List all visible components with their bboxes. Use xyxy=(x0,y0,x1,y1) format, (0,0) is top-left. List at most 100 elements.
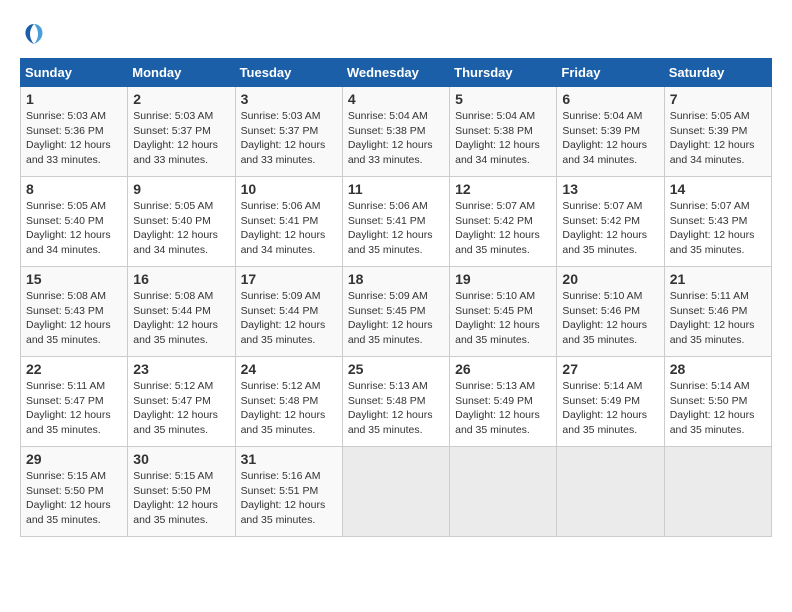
sunset-label: Sunset: 5:49 PM xyxy=(562,395,640,407)
daylight-label: Daylight: 12 hours and 35 minutes. xyxy=(670,229,755,256)
weekday-header-thursday: Thursday xyxy=(450,59,557,87)
calendar-cell xyxy=(342,447,449,537)
calendar-cell: 25 Sunrise: 5:13 AM Sunset: 5:48 PM Dayl… xyxy=(342,357,449,447)
day-info: Sunrise: 5:07 AM Sunset: 5:42 PM Dayligh… xyxy=(455,199,551,258)
sunrise-label: Sunrise: 5:11 AM xyxy=(26,380,105,392)
day-number: 11 xyxy=(348,181,444,197)
weekday-header-tuesday: Tuesday xyxy=(235,59,342,87)
calendar-cell: 17 Sunrise: 5:09 AM Sunset: 5:44 PM Dayl… xyxy=(235,267,342,357)
sunrise-label: Sunrise: 5:12 AM xyxy=(133,380,213,392)
daylight-label: Daylight: 12 hours and 34 minutes. xyxy=(562,139,647,166)
day-info: Sunrise: 5:04 AM Sunset: 5:39 PM Dayligh… xyxy=(562,109,658,168)
sunset-label: Sunset: 5:36 PM xyxy=(26,125,104,137)
day-info: Sunrise: 5:10 AM Sunset: 5:45 PM Dayligh… xyxy=(455,289,551,348)
day-info: Sunrise: 5:09 AM Sunset: 5:45 PM Dayligh… xyxy=(348,289,444,348)
calendar-cell: 22 Sunrise: 5:11 AM Sunset: 5:47 PM Dayl… xyxy=(21,357,128,447)
day-number: 7 xyxy=(670,91,766,107)
sunset-label: Sunset: 5:40 PM xyxy=(133,215,211,227)
day-number: 5 xyxy=(455,91,551,107)
day-info: Sunrise: 5:05 AM Sunset: 5:40 PM Dayligh… xyxy=(133,199,229,258)
sunset-label: Sunset: 5:45 PM xyxy=(455,305,533,317)
day-info: Sunrise: 5:03 AM Sunset: 5:37 PM Dayligh… xyxy=(241,109,337,168)
daylight-label: Daylight: 12 hours and 35 minutes. xyxy=(241,499,326,526)
day-info: Sunrise: 5:14 AM Sunset: 5:50 PM Dayligh… xyxy=(670,379,766,438)
daylight-label: Daylight: 12 hours and 34 minutes. xyxy=(133,229,218,256)
calendar-cell: 21 Sunrise: 5:11 AM Sunset: 5:46 PM Dayl… xyxy=(664,267,771,357)
sunrise-label: Sunrise: 5:07 AM xyxy=(670,200,750,212)
calendar-cell: 28 Sunrise: 5:14 AM Sunset: 5:50 PM Dayl… xyxy=(664,357,771,447)
sunrise-label: Sunrise: 5:11 AM xyxy=(670,290,749,302)
sunset-label: Sunset: 5:47 PM xyxy=(133,395,211,407)
calendar-cell: 2 Sunrise: 5:03 AM Sunset: 5:37 PM Dayli… xyxy=(128,87,235,177)
sunrise-label: Sunrise: 5:04 AM xyxy=(455,110,535,122)
calendar-cell: 11 Sunrise: 5:06 AM Sunset: 5:41 PM Dayl… xyxy=(342,177,449,267)
day-info: Sunrise: 5:05 AM Sunset: 5:39 PM Dayligh… xyxy=(670,109,766,168)
day-info: Sunrise: 5:03 AM Sunset: 5:37 PM Dayligh… xyxy=(133,109,229,168)
sunrise-label: Sunrise: 5:03 AM xyxy=(241,110,321,122)
weekday-header-wednesday: Wednesday xyxy=(342,59,449,87)
calendar-cell: 14 Sunrise: 5:07 AM Sunset: 5:43 PM Dayl… xyxy=(664,177,771,267)
day-number: 16 xyxy=(133,271,229,287)
day-number: 15 xyxy=(26,271,122,287)
day-number: 17 xyxy=(241,271,337,287)
daylight-label: Daylight: 12 hours and 35 minutes. xyxy=(348,409,433,436)
sunrise-label: Sunrise: 5:04 AM xyxy=(562,110,642,122)
sunrise-label: Sunrise: 5:09 AM xyxy=(348,290,428,302)
sunset-label: Sunset: 5:48 PM xyxy=(241,395,319,407)
day-info: Sunrise: 5:09 AM Sunset: 5:44 PM Dayligh… xyxy=(241,289,337,348)
sunrise-label: Sunrise: 5:03 AM xyxy=(26,110,106,122)
weekday-header-friday: Friday xyxy=(557,59,664,87)
sunset-label: Sunset: 5:43 PM xyxy=(670,215,748,227)
sunrise-label: Sunrise: 5:03 AM xyxy=(133,110,213,122)
calendar-cell xyxy=(450,447,557,537)
weekday-header-saturday: Saturday xyxy=(664,59,771,87)
day-number: 10 xyxy=(241,181,337,197)
sunrise-label: Sunrise: 5:05 AM xyxy=(133,200,213,212)
calendar-cell xyxy=(557,447,664,537)
day-number: 19 xyxy=(455,271,551,287)
daylight-label: Daylight: 12 hours and 35 minutes. xyxy=(133,409,218,436)
calendar-week-row: 15 Sunrise: 5:08 AM Sunset: 5:43 PM Dayl… xyxy=(21,267,772,357)
daylight-label: Daylight: 12 hours and 35 minutes. xyxy=(241,409,326,436)
day-info: Sunrise: 5:04 AM Sunset: 5:38 PM Dayligh… xyxy=(348,109,444,168)
day-number: 4 xyxy=(348,91,444,107)
daylight-label: Daylight: 12 hours and 35 minutes. xyxy=(670,409,755,436)
sunset-label: Sunset: 5:41 PM xyxy=(348,215,426,227)
sunset-label: Sunset: 5:47 PM xyxy=(26,395,104,407)
sunrise-label: Sunrise: 5:15 AM xyxy=(133,470,213,482)
day-info: Sunrise: 5:14 AM Sunset: 5:49 PM Dayligh… xyxy=(562,379,658,438)
calendar-cell: 3 Sunrise: 5:03 AM Sunset: 5:37 PM Dayli… xyxy=(235,87,342,177)
day-number: 28 xyxy=(670,361,766,377)
sunset-label: Sunset: 5:38 PM xyxy=(455,125,533,137)
daylight-label: Daylight: 12 hours and 35 minutes. xyxy=(133,499,218,526)
calendar-cell: 29 Sunrise: 5:15 AM Sunset: 5:50 PM Dayl… xyxy=(21,447,128,537)
day-info: Sunrise: 5:12 AM Sunset: 5:48 PM Dayligh… xyxy=(241,379,337,438)
daylight-label: Daylight: 12 hours and 35 minutes. xyxy=(670,319,755,346)
page-header xyxy=(20,20,772,48)
sunrise-label: Sunrise: 5:10 AM xyxy=(562,290,642,302)
sunrise-label: Sunrise: 5:06 AM xyxy=(241,200,321,212)
weekday-header-sunday: Sunday xyxy=(21,59,128,87)
calendar-body: 1 Sunrise: 5:03 AM Sunset: 5:36 PM Dayli… xyxy=(21,87,772,537)
sunrise-label: Sunrise: 5:07 AM xyxy=(455,200,535,212)
calendar-cell: 12 Sunrise: 5:07 AM Sunset: 5:42 PM Dayl… xyxy=(450,177,557,267)
calendar-cell: 18 Sunrise: 5:09 AM Sunset: 5:45 PM Dayl… xyxy=(342,267,449,357)
day-number: 30 xyxy=(133,451,229,467)
sunrise-label: Sunrise: 5:16 AM xyxy=(241,470,321,482)
day-number: 8 xyxy=(26,181,122,197)
day-number: 9 xyxy=(133,181,229,197)
daylight-label: Daylight: 12 hours and 35 minutes. xyxy=(455,229,540,256)
daylight-label: Daylight: 12 hours and 34 minutes. xyxy=(455,139,540,166)
day-number: 2 xyxy=(133,91,229,107)
sunset-label: Sunset: 5:46 PM xyxy=(670,305,748,317)
calendar-cell: 24 Sunrise: 5:12 AM Sunset: 5:48 PM Dayl… xyxy=(235,357,342,447)
daylight-label: Daylight: 12 hours and 35 minutes. xyxy=(26,499,111,526)
weekday-header-monday: Monday xyxy=(128,59,235,87)
sunset-label: Sunset: 5:37 PM xyxy=(133,125,211,137)
day-number: 21 xyxy=(670,271,766,287)
sunrise-label: Sunrise: 5:15 AM xyxy=(26,470,106,482)
day-info: Sunrise: 5:15 AM Sunset: 5:50 PM Dayligh… xyxy=(133,469,229,528)
day-number: 22 xyxy=(26,361,122,377)
weekday-header-row: SundayMondayTuesdayWednesdayThursdayFrid… xyxy=(21,59,772,87)
sunset-label: Sunset: 5:41 PM xyxy=(241,215,319,227)
